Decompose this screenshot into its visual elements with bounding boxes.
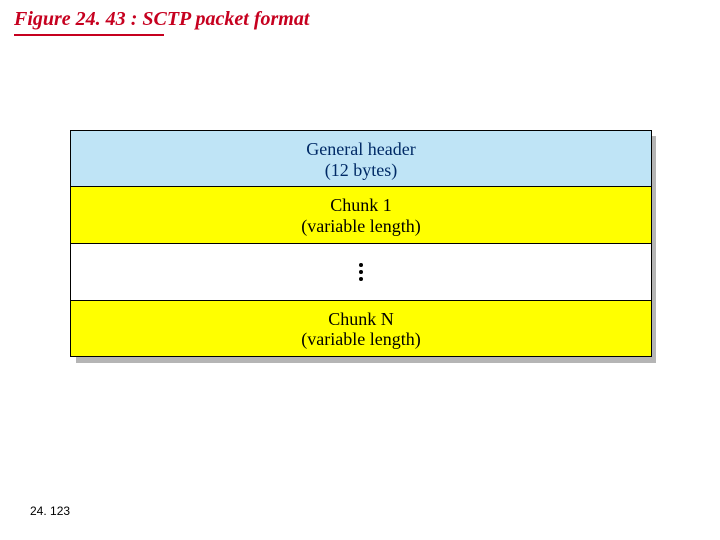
packet-diagram: General header (12 bytes) Chunk 1 (varia… (70, 130, 650, 357)
chunkN-line1: Chunk N (75, 309, 647, 330)
chunk1-line2: (variable length) (75, 216, 647, 237)
chunkN-line2: (variable length) (75, 329, 647, 350)
header-line1: General header (75, 139, 647, 160)
page-number: 24. 123 (30, 504, 70, 518)
packet-box: General header (12 bytes) Chunk 1 (varia… (70, 130, 652, 357)
figure-title: Figure 24. 43 : SCTP packet format (14, 8, 309, 31)
ellipsis-dot-icon (359, 270, 363, 274)
row-general-header: General header (12 bytes) (71, 131, 651, 187)
row-ellipsis (71, 244, 651, 301)
ellipsis-dot-icon (359, 263, 363, 267)
figure-label: Figure 24. 43 (14, 8, 126, 30)
row-chunk-1: Chunk 1 (variable length) (71, 187, 651, 243)
chunk1-line1: Chunk 1 (75, 195, 647, 216)
slide: Figure 24. 43 : SCTP packet format Gener… (0, 0, 720, 540)
header-line2: (12 bytes) (75, 160, 647, 181)
figure-sep: : (126, 8, 143, 30)
title-underline (14, 34, 164, 36)
row-chunk-n: Chunk N (variable length) (71, 301, 651, 356)
ellipsis-dot-icon (359, 277, 363, 281)
figure-name: SCTP packet format (142, 8, 309, 30)
